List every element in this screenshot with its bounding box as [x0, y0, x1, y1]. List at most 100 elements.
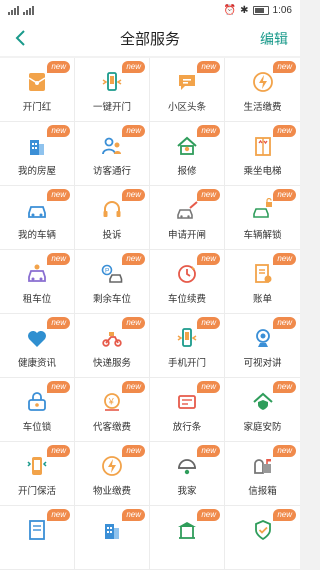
service-item[interactable]: new 家庭安防: [225, 378, 300, 442]
service-label: 投诉: [102, 230, 122, 241]
service-label: 一键开门: [92, 102, 131, 113]
gate-car-icon: [175, 198, 199, 222]
service-label: 我的房屋: [17, 166, 56, 177]
service-item[interactable]: new 信报箱: [225, 442, 300, 506]
service-item[interactable]: new 租车位: [0, 250, 75, 314]
heart-icon: [25, 326, 49, 350]
new-badge: new: [122, 509, 145, 521]
service-item[interactable]: new ¥ 代客缴费: [75, 378, 150, 442]
service-label: 报修: [177, 166, 197, 177]
service-item[interactable]: new 车辆解锁: [225, 186, 300, 250]
services-grid: new 开门红 new 一键开门 new 小区头条 new 生活缴费 new 我的房屋 new 访客通…: [0, 58, 300, 570]
new-badge: new: [273, 125, 296, 137]
service-label: 开门保活: [17, 486, 56, 497]
service-label: 车位续费: [167, 294, 206, 305]
new-badge: new: [273, 61, 296, 73]
building-icon: [100, 518, 124, 542]
service-label: 可视对讲: [243, 358, 282, 369]
service-label: 申请开闸: [167, 230, 206, 241]
service-item[interactable]: new: [75, 506, 150, 570]
parking-icon: P: [100, 262, 124, 286]
new-badge: new: [47, 445, 70, 457]
new-badge: new: [47, 253, 70, 265]
service-item[interactable]: new 小区头条: [150, 58, 225, 122]
page-title: 全部服务: [119, 30, 180, 48]
service-label: 乘坐电梯: [243, 166, 282, 177]
status-bar: ⏰ ✱ 1:06: [0, 0, 300, 20]
service-item[interactable]: new: [0, 506, 75, 570]
new-badge: new: [197, 445, 220, 457]
service-item[interactable]: new 车位续费: [150, 250, 225, 314]
lightning-icon: [251, 70, 275, 94]
new-badge: new: [47, 125, 70, 137]
building-icon: [25, 134, 49, 158]
shield-check-icon: [251, 518, 275, 542]
edit-button[interactable]: 编辑: [260, 29, 288, 49]
car-rent-icon: [25, 262, 49, 286]
camera-icon: [251, 326, 275, 350]
red-envelope-icon: [25, 70, 49, 94]
new-badge: new: [273, 381, 296, 393]
service-item[interactable]: new 手机开门: [150, 314, 225, 378]
headset-icon: [100, 198, 124, 222]
service-label: 物业缴费: [92, 486, 131, 497]
service-label: 账单: [252, 294, 272, 305]
new-badge: new: [47, 381, 70, 393]
new-badge: new: [197, 125, 220, 137]
service-item[interactable]: new 我的房屋: [0, 122, 75, 186]
new-badge: new: [122, 317, 145, 329]
chevron-left-icon: [15, 30, 25, 46]
service-item[interactable]: new P 剩余车位: [75, 250, 150, 314]
lightning-icon: [100, 454, 124, 478]
service-item[interactable]: new: [150, 506, 225, 570]
new-badge: new: [273, 445, 296, 457]
service-item[interactable]: new 账单: [225, 250, 300, 314]
new-badge: new: [47, 509, 70, 521]
car-unlock-icon: [251, 198, 275, 222]
service-label: 家庭安防: [243, 422, 282, 433]
new-badge: new: [197, 381, 220, 393]
service-label: 租车位: [22, 294, 52, 305]
renew-icon: [175, 262, 199, 286]
service-item[interactable]: new 报修: [150, 122, 225, 186]
bluetooth-icon: ✱: [240, 4, 249, 16]
new-badge: new: [122, 61, 145, 73]
pass-slip-icon: [175, 390, 199, 414]
service-item[interactable]: new 车位锁: [0, 378, 75, 442]
new-badge: new: [197, 189, 220, 201]
status-time: 1:06: [272, 4, 292, 16]
home-shield-icon: [251, 390, 275, 414]
service-item[interactable]: new 可视对讲: [225, 314, 300, 378]
service-item[interactable]: new 乘坐电梯: [225, 122, 300, 186]
new-badge: new: [122, 189, 145, 201]
service-item[interactable]: new 健康资讯: [0, 314, 75, 378]
service-item[interactable]: new 我的车辆: [0, 186, 75, 250]
service-item[interactable]: new 开门红: [0, 58, 75, 122]
service-item[interactable]: new 生活缴费: [225, 58, 300, 122]
new-badge: new: [273, 317, 296, 329]
service-item[interactable]: new 访客通行: [75, 122, 150, 186]
service-item[interactable]: new: [225, 506, 300, 570]
service-item[interactable]: new 开门保活: [0, 442, 75, 506]
service-item[interactable]: new 投诉: [75, 186, 150, 250]
document-icon: [25, 518, 49, 542]
back-button[interactable]: [10, 26, 32, 50]
service-item[interactable]: new 快递服务: [75, 314, 150, 378]
new-badge: new: [197, 317, 220, 329]
service-item[interactable]: new 一键开门: [75, 58, 150, 122]
service-item[interactable]: new 物业缴费: [75, 442, 150, 506]
parking-lock-icon: [25, 390, 49, 414]
visitor-icon: [100, 134, 124, 158]
service-item[interactable]: new 我家: [150, 442, 225, 506]
service-label: 我家: [177, 486, 197, 497]
service-label: 访客通行: [92, 166, 131, 177]
svg-text:P: P: [105, 268, 109, 275]
service-label: 代客缴费: [92, 422, 131, 433]
service-item[interactable]: new 放行条: [150, 378, 225, 442]
signal-icon-2: [23, 5, 34, 15]
new-badge: new: [273, 253, 296, 265]
dome-home-icon: [175, 454, 199, 478]
service-label: 车位锁: [22, 422, 52, 433]
scooter-icon: [100, 326, 124, 350]
service-item[interactable]: new 申请开闸: [150, 186, 225, 250]
